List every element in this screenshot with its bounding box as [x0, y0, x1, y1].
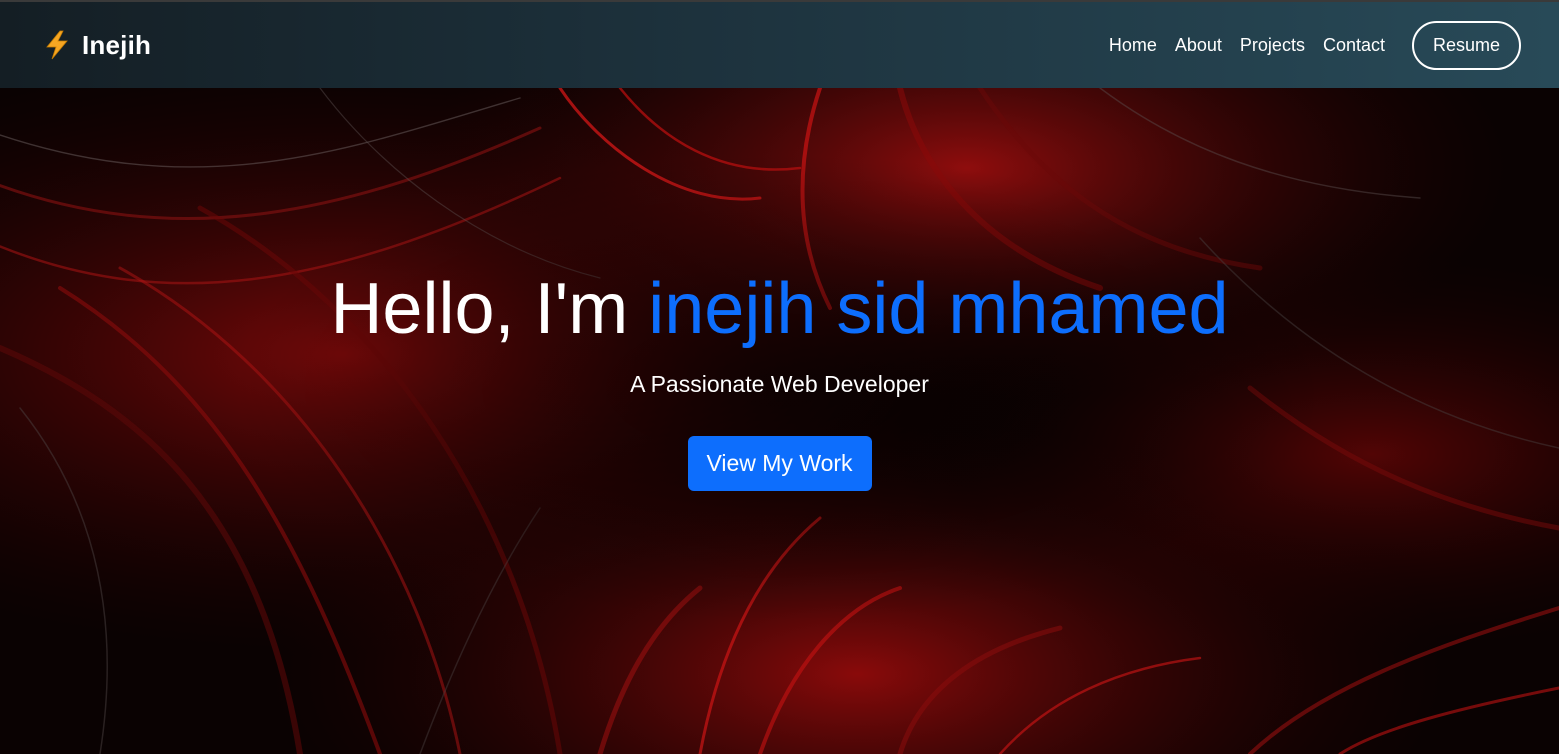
hero-greeting: Hello, I'm: [330, 269, 649, 349]
nav-link-contact[interactable]: Contact: [1323, 35, 1385, 56]
hero-section: Hello, I'm inejih sid mhamed A Passionat…: [0, 88, 1559, 754]
lightning-bolt-icon: [42, 30, 72, 60]
resume-button[interactable]: Resume: [1412, 20, 1521, 70]
nav-links: Home About Projects Contact: [1109, 35, 1385, 56]
hero-content: Hello, I'm inejih sid mhamed A Passionat…: [0, 88, 1559, 754]
brand-link[interactable]: Inejih: [42, 30, 151, 61]
view-my-work-button[interactable]: View My Work: [687, 436, 872, 491]
nav-right: Home About Projects Contact Resume: [1109, 20, 1521, 70]
nav-link-home[interactable]: Home: [1109, 35, 1157, 56]
hero-subtitle: A Passionate Web Developer: [630, 371, 929, 397]
nav-link-about[interactable]: About: [1175, 35, 1222, 56]
portfolio-page: Inejih Home About Projects Contact Resum…: [0, 0, 1559, 754]
brand-name: Inejih: [82, 29, 152, 60]
navbar: Inejih Home About Projects Contact Resum…: [0, 0, 1559, 88]
hero-name: inejih sid mhamed: [648, 269, 1229, 349]
nav-link-projects[interactable]: Projects: [1240, 35, 1305, 56]
hero-title: Hello, I'm inejih sid mhamed: [330, 268, 1228, 350]
